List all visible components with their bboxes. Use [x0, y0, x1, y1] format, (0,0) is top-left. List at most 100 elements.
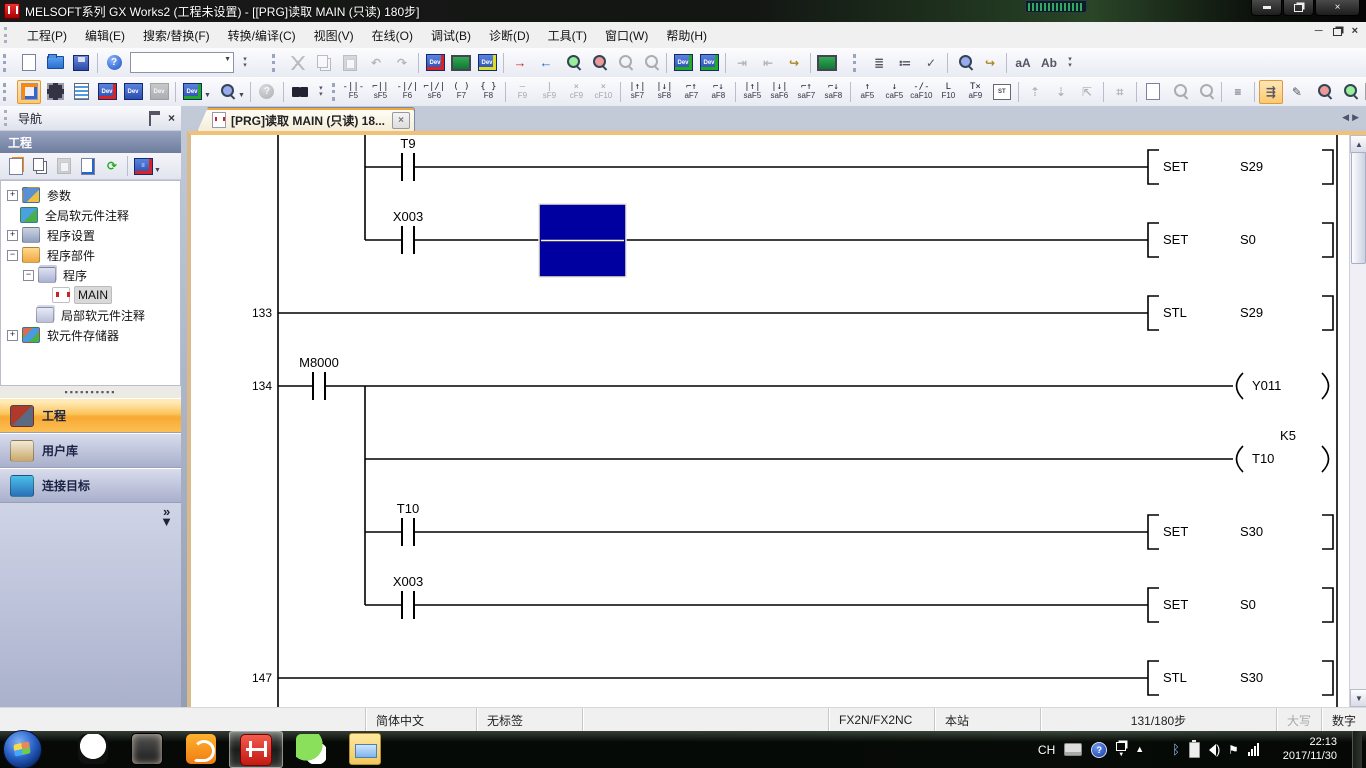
- menu-item-2[interactable]: 搜索/替换(F): [134, 23, 219, 48]
- volume-icon[interactable]: [1209, 744, 1216, 756]
- tree-expander-icon[interactable]: −: [7, 250, 18, 261]
- monitor-start-icon[interactable]: [560, 51, 584, 75]
- menu-item-10[interactable]: 帮助(H): [657, 23, 716, 48]
- statement-edit-icon[interactable]: ✎: [1285, 80, 1309, 104]
- ladder-symbol-sf6[interactable]: ⌐|/|sF6: [422, 79, 447, 105]
- ladder-symbol-af8[interactable]: ⌐↓aF8: [706, 79, 731, 105]
- tab-close-button[interactable]: ×: [392, 112, 410, 129]
- plc-diagnostics-icon[interactable]: [815, 51, 839, 75]
- restore-windows-icon[interactable]: [1116, 742, 1126, 751]
- tree-item-main[interactable]: MAIN: [1, 285, 180, 305]
- inline-st-icon[interactable]: ST: [990, 80, 1014, 104]
- scrollbar-thumb[interactable]: [1351, 152, 1366, 264]
- output-window-icon[interactable]: [69, 80, 93, 104]
- show-hidden-icons[interactable]: ▲: [1135, 745, 1144, 754]
- read-from-plc-icon[interactable]: →: [508, 51, 532, 75]
- taskbar-app-gx-works2[interactable]: [229, 731, 283, 768]
- device-reference-icon[interactable]: Dev: [121, 80, 145, 104]
- nav-view-button-2[interactable]: 连接目标: [0, 468, 181, 503]
- monitor-stop-icon[interactable]: [586, 51, 610, 75]
- tree-item-3[interactable]: −程序部件: [1, 245, 180, 265]
- menu-item-9[interactable]: 窗口(W): [596, 23, 657, 48]
- keyword-combobox[interactable]: [130, 52, 234, 73]
- ime-help-icon[interactable]: ?: [1091, 742, 1107, 758]
- pin-icon[interactable]: [149, 111, 160, 126]
- document-tab[interactable]: [PRG]读取 MAIN (只读) 18... ×: [197, 107, 415, 132]
- minimize-button[interactable]: [1251, 0, 1282, 16]
- tree-expander-icon[interactable]: +: [7, 190, 18, 201]
- ladder-symbol-af5[interactable]: ↑aF5: [855, 79, 880, 105]
- tree-expander-icon[interactable]: −: [23, 270, 34, 281]
- device-batch-monitor-icon[interactable]: Dev: [671, 51, 695, 75]
- menu-item-3[interactable]: 转换/编译(C): [219, 23, 305, 48]
- tree-item-0[interactable]: +参数: [1, 185, 180, 205]
- taskbar-app-foobar2000[interactable]: [67, 731, 119, 766]
- toolbar2-overflow-icon[interactable]: ▾▾: [315, 81, 327, 103]
- sort-filter-caret-icon[interactable]: ▼: [154, 167, 161, 174]
- ladder-symbol-af9[interactable]: T×aF9: [963, 79, 988, 105]
- navigation-window-icon[interactable]: [17, 80, 41, 104]
- ladder-symbol-f5[interactable]: -||-F5: [341, 79, 366, 105]
- display-statement-icon[interactable]: Ab: [1037, 51, 1061, 75]
- intelligent-module-icon[interactable]: ↪: [782, 51, 806, 75]
- ladder-symbol-sf5[interactable]: ⌐||sF5: [368, 79, 393, 105]
- taskbar-app-explorer[interactable]: [339, 731, 391, 766]
- display-format-icon[interactable]: ≡: [1226, 80, 1250, 104]
- dropdown-caret-icon[interactable]: ▼: [204, 92, 211, 99]
- menu-item-1[interactable]: 编辑(E): [76, 23, 134, 48]
- watch-window-icon[interactable]: Dev: [180, 80, 204, 104]
- comment-display-icon[interactable]: ⇶: [1259, 80, 1283, 104]
- help-icon[interactable]: ?: [102, 51, 126, 75]
- ladder-symbol-saf8[interactable]: ⌐↓saF8: [821, 79, 846, 105]
- menu-item-5[interactable]: 在线(O): [363, 23, 422, 48]
- ladder-symbol-caf10[interactable]: -/-caF10: [909, 79, 934, 105]
- find-string-icon[interactable]: [1311, 80, 1335, 104]
- jump-to-step-icon[interactable]: ↪: [978, 51, 1002, 75]
- dropdown-caret-icon[interactable]: ▼: [238, 92, 245, 99]
- nav-view-button-0[interactable]: 工程: [0, 398, 181, 433]
- taskbar-app-wechat[interactable]: [285, 731, 337, 766]
- ladder-symbol-saf7[interactable]: ⌐↑saF7: [794, 79, 819, 105]
- ladder-symbol-af7[interactable]: ⌐↑aF7: [679, 79, 704, 105]
- ladder-symbol-f7[interactable]: ( )F7: [449, 79, 474, 105]
- scroll-down-icon[interactable]: ▼: [1350, 689, 1366, 707]
- bluetooth-icon[interactable]: ᛒ: [1172, 743, 1180, 756]
- menu-item-8[interactable]: 工具(T): [539, 23, 596, 48]
- program-check-icon[interactable]: ✓: [919, 51, 943, 75]
- function-block-selection-icon[interactable]: [43, 80, 67, 104]
- tree-item-2[interactable]: +程序设置: [1, 225, 180, 245]
- modify-value-icon[interactable]: Dev: [475, 51, 499, 75]
- device-comment-monitor-icon[interactable]: Dev: [423, 51, 447, 75]
- copy-item-icon[interactable]: [29, 155, 51, 177]
- tree-item-6[interactable]: 局部软元件注释: [1, 305, 180, 325]
- tree-expander-icon[interactable]: +: [7, 330, 18, 341]
- ladder-symbol-sf7[interactable]: |↑|sF7: [625, 79, 650, 105]
- tree-item-7[interactable]: +软元件存储器: [1, 325, 180, 345]
- display-comment-icon[interactable]: aA: [1011, 51, 1035, 75]
- mdi-restore-button[interactable]: [1333, 28, 1342, 36]
- ladder-symbol-caf5[interactable]: ↓caF5: [882, 79, 907, 105]
- vertical-scrollbar[interactable]: ▲ ▼: [1349, 135, 1366, 707]
- battery-icon[interactable]: [1189, 742, 1200, 758]
- network-flag-icon[interactable]: ⚑: [1228, 744, 1239, 756]
- tree-item-1[interactable]: 全局软元件注释: [1, 205, 180, 225]
- replace-string-icon[interactable]: [1337, 80, 1361, 104]
- clock[interactable]: 22:13 2017/11/30: [1283, 736, 1337, 764]
- toolbar1-overflow-icon[interactable]: ▾▾: [239, 52, 251, 74]
- tree-item-4[interactable]: −程序: [1, 265, 180, 285]
- close-button[interactable]: ×: [1315, 0, 1360, 16]
- nav-more-button[interactable]: »▼: [160, 507, 173, 528]
- menu-item-7[interactable]: 诊断(D): [480, 23, 539, 48]
- mdi-minimize-button[interactable]: ─: [1315, 26, 1323, 37]
- find-device-icon[interactable]: [952, 51, 976, 75]
- save-project-icon[interactable]: [69, 51, 93, 75]
- ladder-editor-canvas[interactable]: T9SETS29X003SETS0133STLS29134M8000Y011T1…: [191, 135, 1350, 707]
- tab-scroll-buttons[interactable]: ◀▶: [1342, 112, 1362, 123]
- find-replace-icon[interactable]: [288, 80, 312, 104]
- show-desktop-button[interactable]: [1352, 731, 1362, 768]
- refresh-icon[interactable]: ⟳: [101, 155, 123, 177]
- menu-item-4[interactable]: 视图(V): [305, 23, 363, 48]
- signal-strength-icon[interactable]: [1248, 743, 1259, 756]
- taskbar-app-uc-browser[interactable]: [175, 731, 227, 766]
- start-button[interactable]: [3, 730, 42, 768]
